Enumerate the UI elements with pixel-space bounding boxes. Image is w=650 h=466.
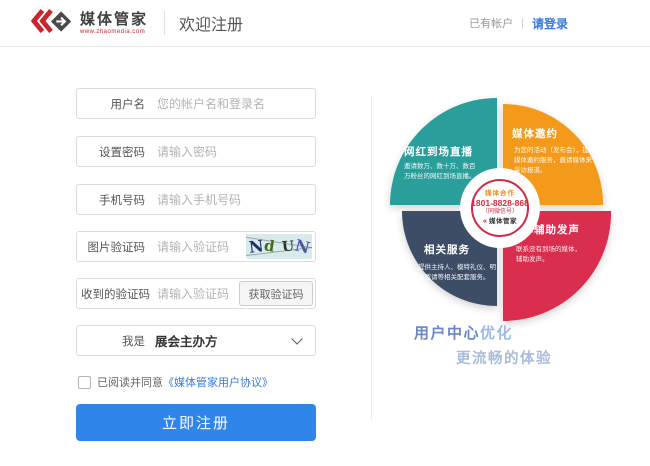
password-input[interactable] bbox=[155, 144, 315, 160]
image-captcha-field-row: 图片验证码 N d U N bbox=[76, 231, 316, 262]
registration-page: 媒体管家 www.zhaomedia.com 欢迎注册 已有帐户 | 请登录 用… bbox=[0, 0, 650, 466]
header: 媒体管家 www.zhaomedia.com 欢迎注册 已有帐户 | 请登录 bbox=[0, 0, 650, 47]
vertical-divider bbox=[371, 96, 372, 420]
captcha-image[interactable]: N d U N bbox=[246, 234, 312, 259]
agreement-row: 已阅读并同意 《媒体管家用户协议》 bbox=[78, 374, 273, 390]
header-right: 已有帐户 | 请登录 bbox=[469, 0, 568, 46]
image-captcha-label: 图片验证码 bbox=[77, 239, 145, 255]
quadrant-title: 网红到场直播 bbox=[404, 144, 473, 159]
phone-field-row: 手机号码 bbox=[76, 184, 316, 215]
sms-code-input[interactable] bbox=[155, 286, 239, 302]
header-divider: | bbox=[521, 17, 524, 29]
sms-code-field-row: 收到的验证码 获取验证码 bbox=[76, 278, 316, 309]
agree-text: 已阅读并同意 bbox=[97, 374, 163, 390]
slogan-line1: 用户中心优化 bbox=[414, 322, 513, 343]
slogan-part1: 用户中心 bbox=[414, 325, 480, 342]
header-separator bbox=[164, 11, 165, 35]
chevron-down-icon bbox=[291, 333, 302, 344]
agree-checkbox[interactable] bbox=[78, 376, 91, 389]
username-field-row: 用户名 bbox=[76, 88, 316, 119]
brand-name: 媒体管家 bbox=[80, 12, 148, 27]
services-diagram: 网红到场直播 邀请数万、数十万、数百万粉丝的网红到场直播。 媒体邀约 为您的活动… bbox=[388, 96, 616, 326]
quadrant-title: 相关服务 bbox=[424, 242, 470, 257]
center-note: （同微信号） bbox=[482, 209, 518, 217]
mini-chevron-icon: « bbox=[483, 218, 487, 225]
quadrant-desc: 邀请数万、数十万、数百万粉丝的网红到场直播。 bbox=[404, 162, 478, 182]
register-button[interactable]: 立即注册 bbox=[76, 404, 316, 441]
brand-logo-icon bbox=[30, 7, 74, 40]
password-label: 设置密码 bbox=[77, 144, 145, 160]
brand-logo[interactable]: 媒体管家 www.zhaomedia.com bbox=[30, 7, 148, 40]
brand-url: www.zhaomedia.com bbox=[80, 29, 148, 35]
username-input[interactable] bbox=[155, 96, 315, 112]
quadrant-desc: 提供主持人、模特礼仪、明星邀请等相关配套服务。 bbox=[418, 263, 500, 283]
username-label: 用户名 bbox=[77, 96, 145, 112]
quadrant-desc: 联系没有到场的媒体，辅助发声。 bbox=[516, 245, 582, 265]
role-selected-value: 展会主办方 bbox=[155, 331, 293, 350]
role-label: 我是 bbox=[77, 333, 145, 349]
get-code-button[interactable]: 获取验证码 bbox=[239, 281, 313, 306]
password-field-row: 设置密码 bbox=[76, 136, 316, 167]
diagram-center-badge: 媒体合作 1801-8828-868 （同微信号） « 媒体管家 bbox=[471, 179, 529, 237]
quadrant-title: 媒体邀约 bbox=[512, 126, 558, 141]
page-title: 欢迎注册 bbox=[179, 11, 243, 35]
phone-label: 手机号码 bbox=[77, 192, 145, 208]
quadrant-desc: 为您的活动（发布会），提供媒体邀约服务，邀请媒体来采访报道。 bbox=[514, 146, 596, 176]
center-brand: 媒体管家 bbox=[489, 218, 517, 226]
have-account-text: 已有帐户 bbox=[469, 15, 513, 31]
phone-input[interactable] bbox=[155, 192, 315, 208]
captcha-letter: U bbox=[281, 239, 294, 254]
role-select-row[interactable]: 我是 展会主办方 bbox=[76, 325, 316, 356]
login-link[interactable]: 请登录 bbox=[532, 15, 568, 32]
image-captcha-input[interactable] bbox=[155, 239, 245, 255]
slogan-part2: 优化 bbox=[480, 325, 513, 342]
center-phone: 1801-8828-868 bbox=[471, 198, 529, 209]
slogan-line2: 更流畅的体验 bbox=[456, 347, 552, 368]
center-label: 媒体合作 bbox=[485, 190, 515, 198]
agreement-link[interactable]: 《媒体管家用户协议》 bbox=[163, 374, 273, 390]
sms-code-label: 收到的验证码 bbox=[77, 286, 145, 302]
